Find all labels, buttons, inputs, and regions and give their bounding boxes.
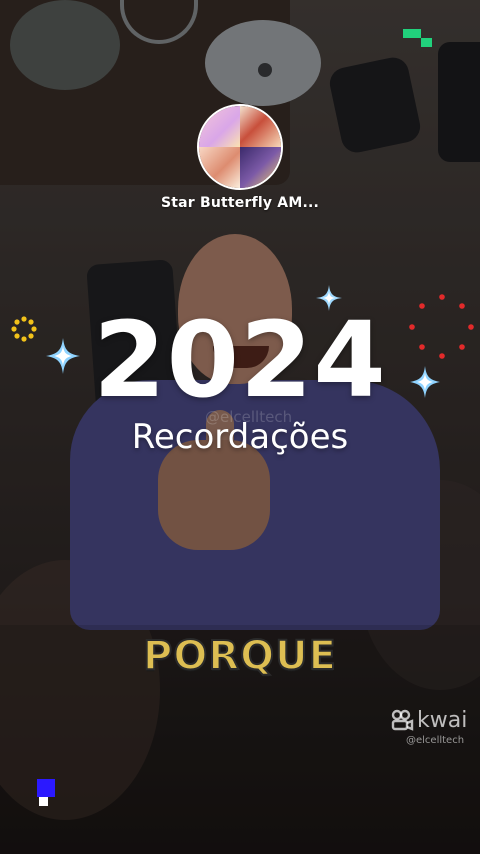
- corner-mark-blue: [37, 779, 55, 797]
- kwai-logo-icon: [391, 709, 414, 731]
- corner-mark-white: [39, 797, 48, 806]
- corner-mark-green-2: [421, 38, 432, 47]
- album-avatar[interactable]: [197, 104, 283, 190]
- memory-subtitle: Recordações: [131, 417, 349, 457]
- corner-mark-green: [403, 29, 421, 38]
- video-caption: PORQUE: [142, 632, 337, 680]
- kwai-brand-text: kwai: [417, 707, 468, 733]
- memory-year: 2024: [93, 299, 387, 421]
- kwai-watermark: kwai: [390, 706, 480, 734]
- album-title[interactable]: Star Butterfly AM...: [0, 195, 480, 211]
- kwai-handle: @elcelltech: [406, 735, 465, 746]
- video-stage[interactable]: @elcelltech Star Butterfly AM... 2024 Re…: [0, 0, 480, 854]
